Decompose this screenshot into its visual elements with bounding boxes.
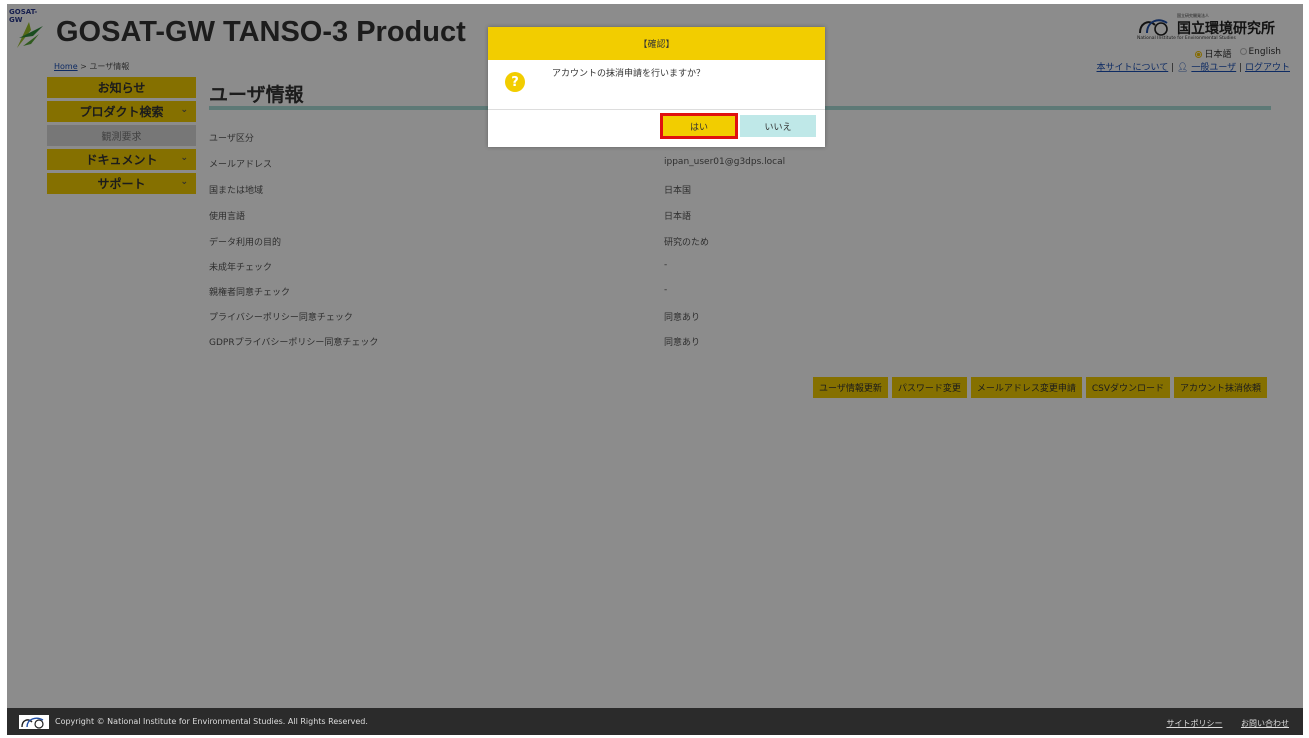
no-button[interactable]: いいえ [740, 115, 816, 137]
footer: Copyright © National Institute for Envir… [7, 708, 1303, 735]
footer-links: サイトポリシー お問い合わせ [1150, 718, 1289, 729]
app-frame: GOSAT-GW GOSAT-GW TANSO-3 Product Home >… [7, 4, 1303, 735]
dialog-title: 【確認】 [488, 27, 825, 60]
dialog-body: ? アカウントの抹消申請を行いますか？ [488, 60, 825, 110]
site-policy-link[interactable]: サイトポリシー [1166, 719, 1222, 728]
question-icon: ? [505, 72, 525, 92]
yes-button[interactable]: はい [660, 113, 738, 139]
nies-mark-icon [21, 717, 44, 729]
dialog-message: アカウントの抹消申請を行いますか？ [552, 69, 706, 79]
footer-logo [19, 715, 49, 729]
contact-link[interactable]: お問い合わせ [1241, 719, 1289, 728]
confirm-dialog: 【確認】 ? アカウントの抹消申請を行いますか？ はい いいえ [488, 27, 825, 147]
copyright-text: Copyright © National Institute for Envir… [55, 717, 368, 726]
